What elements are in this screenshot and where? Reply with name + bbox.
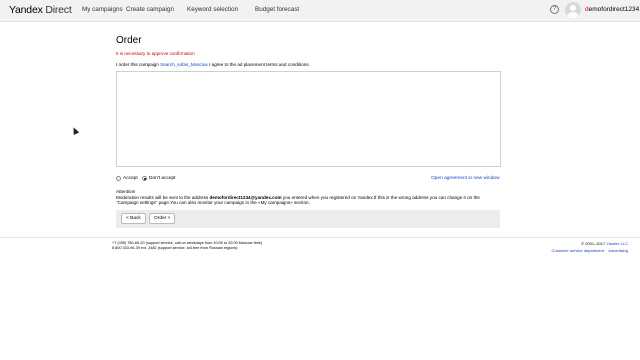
- action-bar: < Back Order >: [116, 210, 500, 228]
- radio-dont-accept-label: Don't accept: [149, 176, 176, 181]
- confirmation-error: It is necessary to approve confirmation: [116, 51, 195, 56]
- attention-body: Moderation results will be sent to the a…: [116, 195, 500, 206]
- username[interactable]: demofordirect1234: [585, 6, 639, 13]
- top-bar: Yandex Direct My campaigns Create campai…: [0, 0, 640, 22]
- advertising-link[interactable]: Advertising: [608, 248, 628, 253]
- customer-service-link[interactable]: Customer service department: [552, 248, 604, 253]
- back-button[interactable]: < Back: [121, 213, 146, 224]
- footer-phone-2: 8 800 333-96-39 ext. 2482 (support servi…: [112, 245, 238, 250]
- footer-company-link[interactable]: Yandex LLC: [606, 241, 628, 246]
- logo-yandex-text: Yandex: [9, 4, 43, 16]
- attention-notice: Attention! Moderation results will be se…: [116, 189, 500, 206]
- nav-create-campaign[interactable]: Create campaign: [126, 6, 174, 13]
- footer-contacts: +7 (495) 780-65-20 (support service, cal…: [112, 241, 262, 251]
- avatar-body-shape: [567, 12, 579, 18]
- footer-links: © 2001–2017 Yandex LLC Customer service …: [552, 241, 629, 254]
- campaign-link[interactable]: Search_sofas_Moscow: [160, 62, 208, 67]
- logo-direct-text: Direct: [45, 4, 72, 16]
- avatar-head-shape: [570, 5, 576, 11]
- agree-prefix: I order this campaign: [116, 62, 159, 67]
- help-icon[interactable]: ?: [550, 5, 559, 14]
- footer-bottom-links: Customer service department Advertising: [552, 248, 629, 255]
- footer-divider: [0, 237, 640, 238]
- agreement-text-area[interactable]: [116, 71, 501, 167]
- radio-dont-accept[interactable]: Don't accept: [142, 176, 176, 181]
- nav-my-campaigns[interactable]: My campaigns: [82, 6, 123, 13]
- radio-accept-label: Accept: [123, 176, 138, 181]
- radio-dont-accept-circle[interactable]: [142, 176, 147, 181]
- order-button[interactable]: Order >: [149, 213, 176, 224]
- nav-budget-forecast[interactable]: Budget forecast: [255, 6, 299, 13]
- open-agreement-link[interactable]: Open agreement in new window: [431, 176, 500, 181]
- username-rest: emofordirect1234: [588, 6, 640, 13]
- agree-suffix: I agree to the ad placement terms and co…: [208, 62, 310, 67]
- agreement-statement: I order this campaign Search_sofas_Mosco…: [116, 62, 310, 67]
- page-title: Order: [116, 35, 142, 46]
- yandex-direct-logo[interactable]: Yandex Direct: [9, 4, 72, 16]
- radio-accept-circle[interactable]: [116, 176, 121, 181]
- mouse-pointer-icon: [70, 126, 80, 135]
- footer-copyright: © 2001–2017: [581, 241, 606, 246]
- nav-keyword-selection[interactable]: Keyword selection: [187, 6, 238, 13]
- avatar[interactable]: [565, 2, 581, 18]
- radio-accept[interactable]: Accept: [116, 176, 138, 181]
- attention-text-1: Moderation results will be sent to the a…: [116, 194, 209, 200]
- attention-email: demofordirect1234@yandex.com: [209, 194, 282, 200]
